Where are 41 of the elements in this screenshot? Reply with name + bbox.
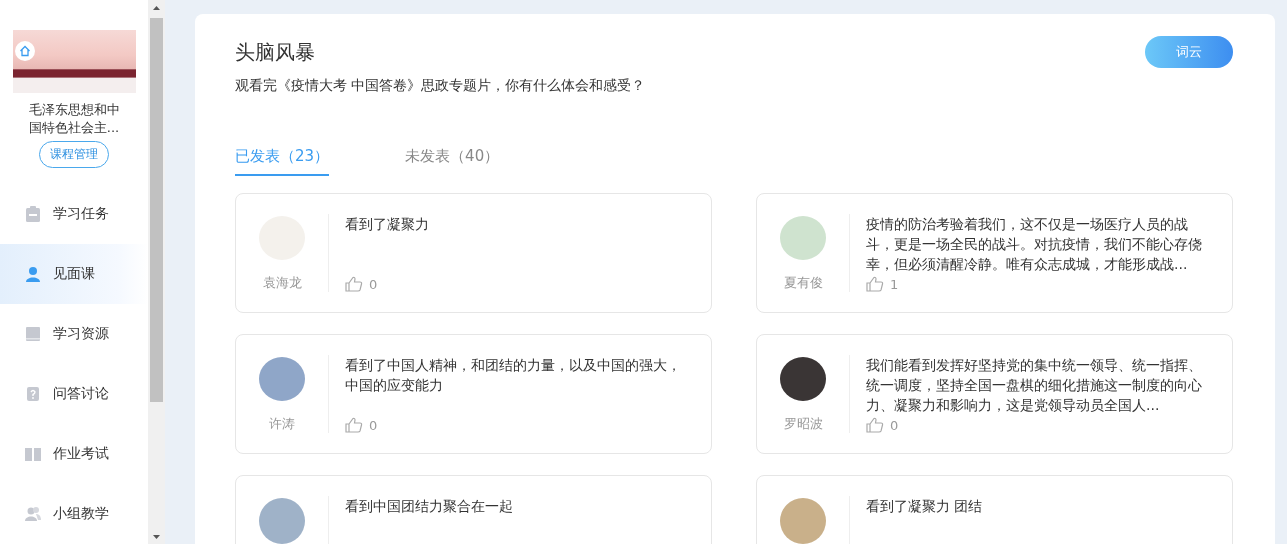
- course-title: 毛泽东思想和中国特色社会主...: [28, 101, 120, 137]
- comment-text: 我们能看到发挥好坚持党的集中统一领导、统一指挥、统一调度，坚持全国一盘棋的细化措施这一制度的向心力、凝聚力和影响力，这是党领导动员全国人...: [866, 356, 1202, 415]
- like-count: 0: [890, 417, 899, 433]
- author-name: 袁海龙: [262, 274, 302, 292]
- avatar-placeholder: [780, 357, 826, 401]
- nav-item[interactable]: 学习任务: [0, 184, 148, 244]
- author-name: 罗昭波: [783, 415, 823, 433]
- author-name: 夏有俊: [783, 274, 823, 292]
- comment-text: 看到了凝聚力 团结: [866, 497, 984, 516]
- clipboard-icon: [24, 205, 42, 223]
- comment-text: 看到中国团结力聚合在一起: [345, 497, 514, 516]
- avatar-placeholder: [780, 216, 826, 260]
- open-book-icon: [24, 445, 42, 463]
- panel-title: 头脑风暴: [235, 39, 315, 66]
- group-icon: [24, 505, 42, 523]
- question-text: 观看完《疫情大考 中国答卷》思政专题片，你有什么体会和感受？: [235, 77, 647, 95]
- tab[interactable]: 未发表（40）: [405, 147, 500, 176]
- scrollbar[interactable]: [148, 0, 165, 544]
- nav-item[interactable]: 学习资源: [0, 304, 148, 364]
- thumbs-up-icon[interactable]: [866, 417, 884, 433]
- book-icon: [24, 325, 42, 343]
- avatar-placeholder: [259, 357, 305, 401]
- thumbs-up-icon[interactable]: [866, 276, 884, 292]
- nav-item[interactable]: 作业考试: [0, 424, 148, 484]
- author-name: 许涛: [269, 415, 295, 433]
- course-manage-button[interactable]: 课程管理: [39, 141, 109, 168]
- question-icon: [24, 385, 42, 403]
- comment-text: 看到了凝聚力: [345, 215, 430, 234]
- avatar-placeholder: [780, 498, 826, 544]
- comment-text: 疫情的防治考验着我们，这不仅是一场医疗人员的战斗，更是一场全民的战斗。对抗疫情，我们不能心存侥幸，但必须清醒冷静。唯有众志成城，才能形成战...: [866, 215, 1202, 274]
- nav-item[interactable]: 问答讨论: [0, 364, 148, 424]
- thumbs-up-icon[interactable]: [345, 276, 363, 292]
- like-count: 1: [890, 276, 899, 292]
- nav-item[interactable]: 小组教学: [0, 484, 148, 544]
- thumbs-up-icon[interactable]: [345, 417, 363, 433]
- home-icon[interactable]: [14, 41, 35, 61]
- person-icon: [24, 265, 42, 283]
- like-count: 0: [369, 276, 378, 292]
- like-count: 0: [369, 417, 378, 433]
- avatar-placeholder: [259, 498, 305, 544]
- comment-text: 看到了中国人精神，和团结的力量，以及中国的强大，中国的应变能力: [345, 356, 681, 395]
